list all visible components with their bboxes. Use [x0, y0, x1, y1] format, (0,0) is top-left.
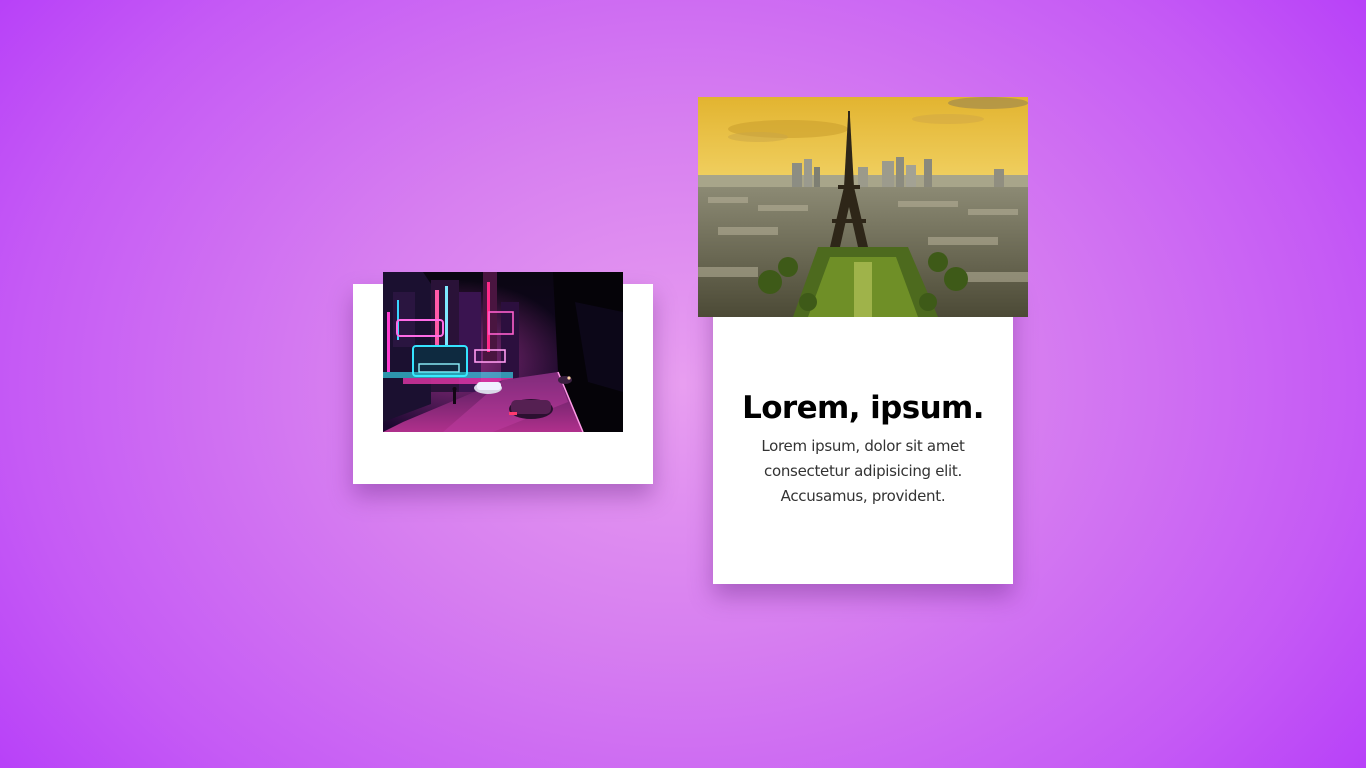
paris-card[interactable]: Lorem, ipsum. Lorem ipsum, dolor sit ame…	[713, 284, 1013, 584]
neon-city-street-photo	[383, 272, 623, 432]
eiffel-tower-paris-photo	[698, 97, 1028, 317]
card-title: Lorem, ipsum.	[742, 390, 984, 426]
card-content: Lorem, ipsum. Lorem ipsum, dolor sit ame…	[713, 388, 1013, 509]
card-description: Lorem ipsum, dolor sit amet consectetur …	[761, 437, 965, 505]
